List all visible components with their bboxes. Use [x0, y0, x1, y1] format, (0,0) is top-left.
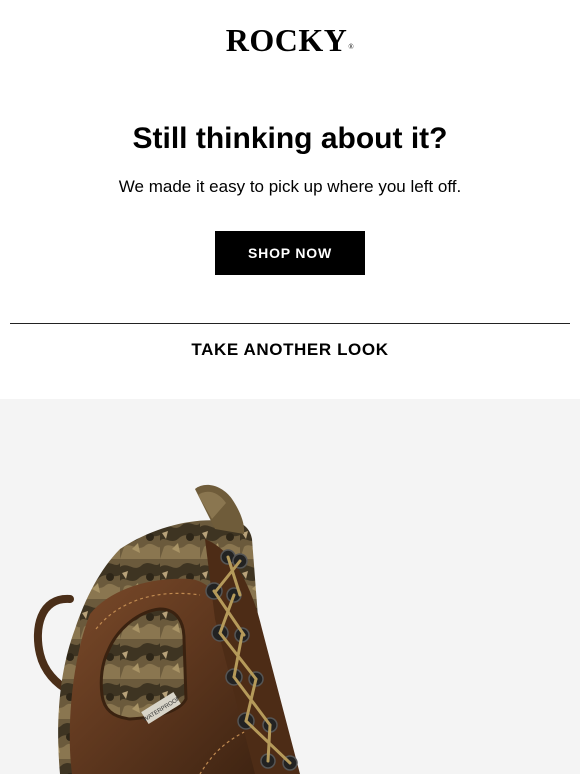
brand-logo[interactable]: ROCKY® — [0, 20, 580, 67]
registered-mark: ® — [348, 43, 355, 51]
shop-now-button[interactable]: SHOP NOW — [215, 231, 365, 275]
email-page: ROCKY® Still thinking about it? We made … — [0, 0, 580, 774]
product-image[interactable]: WATERPROOF — [0, 399, 580, 774]
page-headline: Still thinking about it? — [132, 122, 448, 155]
hero-subtext: We made it easy to pick up where you lef… — [118, 177, 462, 196]
camo-hunting-boot-image: WATERPROOF — [33, 484, 300, 774]
brand-name: ROCKY — [225, 22, 348, 58]
section-title: TAKE ANOTHER LOOK — [191, 340, 389, 359]
section-divider — [10, 323, 570, 324]
